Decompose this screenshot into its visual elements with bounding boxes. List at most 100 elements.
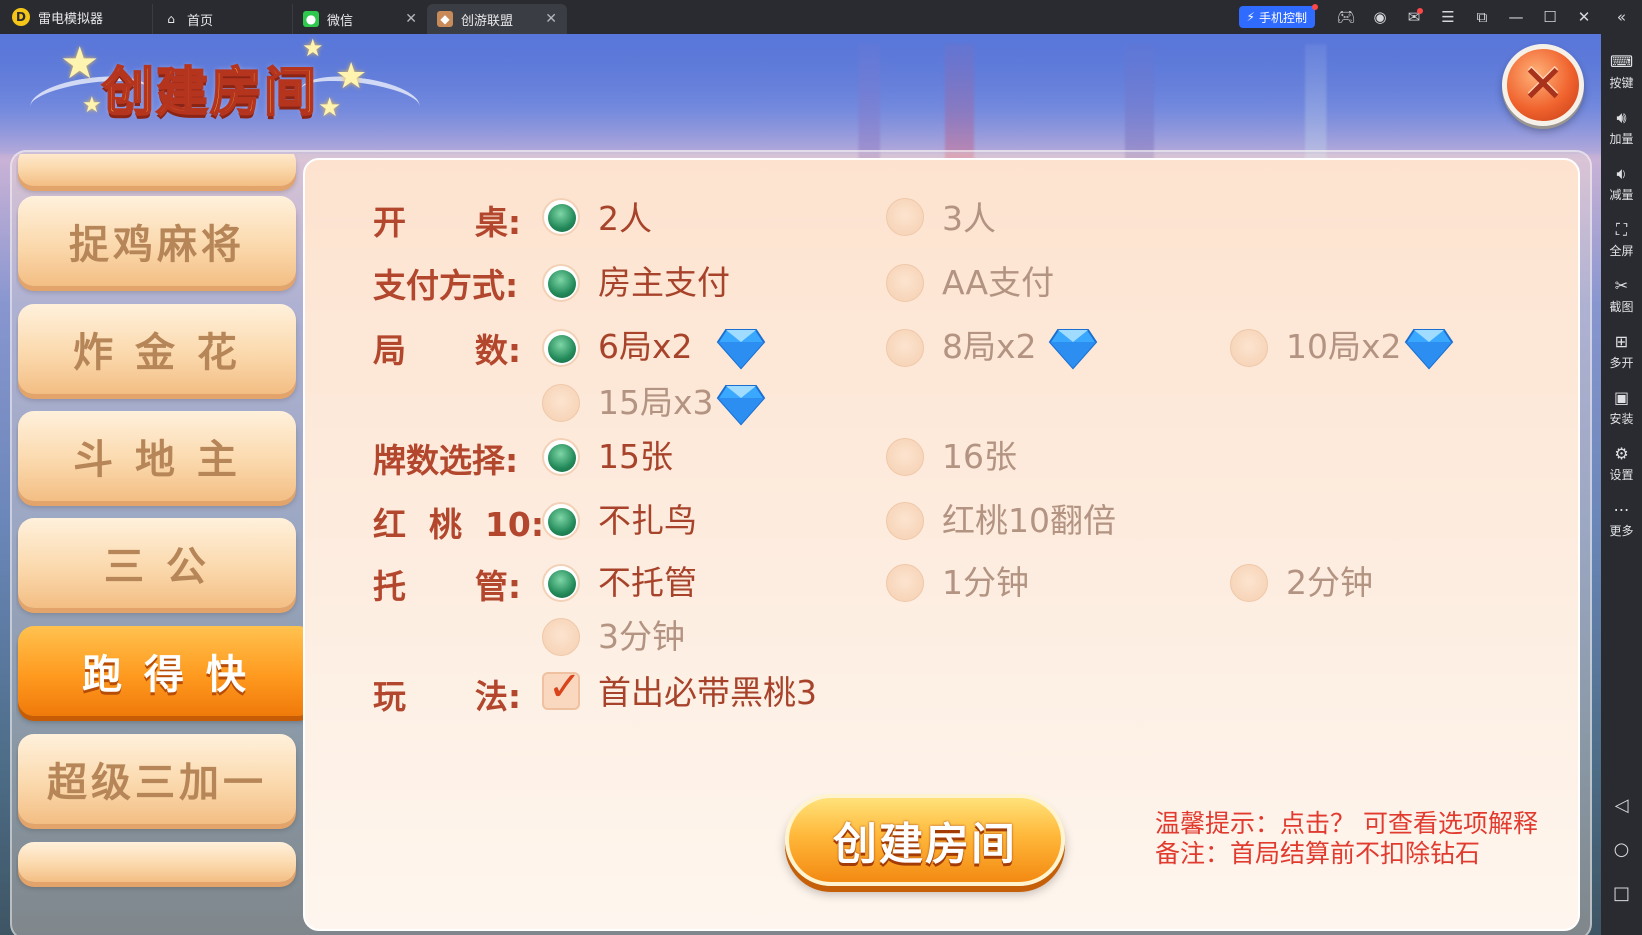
radio-auto-3min[interactable] [542,618,580,656]
option-text[interactable]: 3分钟 [598,610,685,658]
menu-item-partial-bottom[interactable] [18,842,296,882]
tab-wechat[interactable]: ● 微信 ✕ [292,4,427,34]
option-text[interactable]: 1分钟 [942,556,1029,604]
option-text[interactable]: 2人 [598,192,652,240]
account-button[interactable]: ◉ [1363,0,1397,34]
sidebar-item-volume-up[interactable]: 🔊︎ 加量 [1601,100,1642,156]
sidebar-item-settings[interactable]: ⚙ 设置 [1601,436,1642,492]
back-button[interactable]: ◁ [1601,783,1642,827]
option-text[interactable]: 10局x2 [1286,320,1402,368]
hamburger-icon: ☰ [1441,8,1455,26]
maximize-button[interactable]: ☐ [1533,0,1567,34]
page-title: 创建房间 [101,62,319,124]
tab-home[interactable]: ⌂ 首页 [152,4,292,34]
sidebar-item-install[interactable]: ▣ 安装 [1601,380,1642,436]
radio-hearts10-double[interactable] [886,502,924,540]
option-label-auto: 托 管: [373,567,522,606]
option-label-table: 开 桌: [373,203,522,242]
option-label-hearts10: 红 桃 10: [373,505,545,544]
option-text[interactable]: 15局x3 [598,376,714,424]
option-text[interactable]: 房主支付 [598,256,730,304]
wechat-icon: ● [303,11,319,27]
radio-hearts10-none[interactable] [542,502,580,540]
option-text[interactable]: 3人 [942,192,996,240]
sidebar-item-keys[interactable]: ⌨ 按键 [1601,44,1642,100]
option-text[interactable]: 8局x2 [942,320,1037,368]
sidebar-item-label: 设置 [1609,468,1634,482]
collapse-sidebar-button[interactable]: « [1601,0,1642,34]
tab-label: 创游联盟 [461,13,514,29]
menu-item-label: 炸 金 花 [73,330,241,376]
game-icon: ◆ [437,11,453,27]
titlebar-controls: ⚡ 手机控制 🎮︎ ◉ ✉ ☰ ⧉ — ☐ ✕ « [1238,0,1642,34]
multi-instance-icon: ⊞ [1614,332,1629,351]
radio-cards-15[interactable] [542,438,580,476]
create-room-button[interactable]: 创建房间 [785,794,1065,886]
recents-square-icon: □ [1612,882,1630,904]
menu-item-super-three-plus-one[interactable]: 超级三加一 [18,734,296,824]
tab-label: 微信 [327,13,354,29]
sidebar-item-more[interactable]: ⋯ 更多 [1601,492,1642,548]
volume-up-icon: 🔊︎ [1616,108,1627,127]
close-window-button[interactable]: ✕ [1567,0,1601,34]
close-tab-icon[interactable]: ✕ [545,11,557,27]
radio-table-2[interactable] [542,198,580,236]
sidebar-item-label: 更多 [1609,524,1634,538]
sidebar-item-volume-down[interactable]: 🔉︎ 减量 [1601,156,1642,212]
menu-item-sangong[interactable]: 三 公 [18,518,296,608]
home-circle-icon: ○ [1613,838,1630,860]
option-text[interactable]: 16张 [942,430,1017,478]
star-icon: ★ [60,38,100,89]
radio-payment-aa[interactable] [886,264,924,302]
lightning-icon: ⚡ [1246,10,1255,24]
menu-item-partial-top[interactable] [18,154,296,186]
option-text[interactable]: 不扎鸟 [598,494,697,542]
gamepad-button[interactable]: 🎮︎ [1329,0,1363,34]
window-titlebar: D 雷电模拟器 ⌂ 首页 ● 微信 ✕ ◆ 创游联盟 ✕ ⚡ 手机控制 🎮︎ ◉… [0,0,1642,34]
user-icon: ◉ [1373,8,1387,26]
home-button[interactable]: ○ [1601,827,1642,871]
option-text[interactable]: 15张 [598,430,673,478]
menu-item-doudizhu[interactable]: 斗 地 主 [18,411,296,501]
menu-item-paodekuai[interactable]: 跑 得 快 [18,626,306,716]
sidebar-item-multi[interactable]: ⊞ 多开 [1601,324,1642,380]
radio-auto-1min[interactable] [886,564,924,602]
sidebar-item-screenshot[interactable]: ✂ 截图 [1601,268,1642,324]
radio-cards-16[interactable] [886,438,924,476]
popout-button[interactable]: ⧉ [1465,0,1499,34]
option-text[interactable]: 红桃10翻倍 [942,494,1116,542]
mail-button[interactable]: ✉ [1397,0,1431,34]
option-text[interactable]: AA支付 [942,256,1054,304]
close-dialog-button[interactable]: ✕ [1502,44,1584,126]
menu-item-zhuoji-mahjong[interactable]: 捉鸡麻将 [18,196,296,286]
checkbox-spade3-first[interactable]: ✓ [542,664,582,710]
tab-game[interactable]: ◆ 创游联盟 ✕ [427,4,567,34]
radio-auto-2min[interactable] [1230,564,1268,602]
option-text[interactable]: 不托管 [598,556,697,604]
radio-auto-none[interactable] [542,564,580,602]
close-icon: ✕ [1521,55,1565,115]
option-label-payment: 支付方式: [373,266,519,305]
sidebar-item-label: 按键 [1609,76,1634,90]
double-chevron-left-icon: « [1616,8,1627,26]
tab-label: 首页 [187,13,214,29]
menu-item-zhajinhua[interactable]: 炸 金 花 [18,304,296,394]
ldplayer-logo-icon: D [12,8,30,26]
close-tab-icon[interactable]: ✕ [405,11,417,27]
radio-rounds-15x3[interactable] [542,384,580,422]
radio-rounds-6x2[interactable] [542,329,580,367]
option-text[interactable]: 首出必带黑桃3 [598,666,817,714]
minimize-button[interactable]: — [1499,0,1533,34]
keyboard-icon: ⌨ [1609,52,1634,71]
radio-rounds-10x2[interactable] [1230,329,1268,367]
phone-control-button[interactable]: ⚡ 手机控制 [1238,4,1318,28]
radio-table-3[interactable] [886,198,924,236]
option-text[interactable]: 6局x2 [598,320,693,368]
maximize-icon: ☐ [1543,8,1557,26]
menu-button[interactable]: ☰ [1431,0,1465,34]
option-text[interactable]: 2分钟 [1286,556,1373,604]
radio-rounds-8x2[interactable] [886,329,924,367]
recents-button[interactable]: □ [1601,871,1642,915]
radio-payment-owner[interactable] [542,264,580,302]
sidebar-item-fullscreen[interactable]: ⛶ 全屏 [1601,212,1642,268]
